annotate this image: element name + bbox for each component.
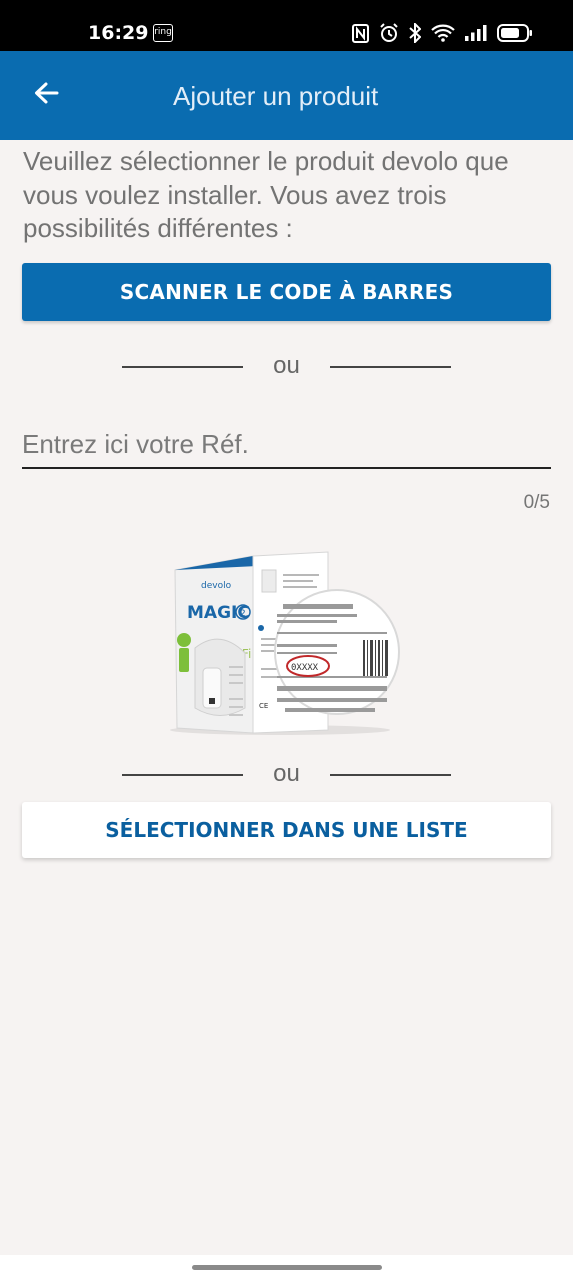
battery-icon xyxy=(497,23,533,43)
divider-text: ou xyxy=(273,352,300,379)
app-bar: Ajouter un produit xyxy=(0,51,573,140)
model-number-text: 2 xyxy=(240,609,246,619)
nfc-icon xyxy=(352,23,369,43)
divider-line-right xyxy=(330,366,451,368)
alarm-icon xyxy=(379,23,399,43)
divider-text: ou xyxy=(273,760,300,787)
character-counter: 0/5 xyxy=(523,492,550,513)
intro-text: Veuillez sélectionner le produit devolo … xyxy=(23,146,509,243)
product-box-illustration: devolo MAGIC 2 WiFi CE xyxy=(165,548,410,738)
code-label: 0XXXX xyxy=(291,663,319,673)
ring-app-icon: ring xyxy=(153,24,173,42)
back-button[interactable] xyxy=(22,71,70,119)
status-time: 16:29 xyxy=(88,22,149,44)
arrow-left-icon xyxy=(33,81,59,110)
divider-line-right xyxy=(330,774,451,776)
divider-or-2: ou xyxy=(0,760,573,790)
status-icons xyxy=(352,22,533,44)
home-indicator[interactable] xyxy=(192,1265,382,1270)
navigation-bar xyxy=(0,1255,573,1280)
wifi-icon xyxy=(431,24,455,42)
ce-mark: CE xyxy=(259,702,268,710)
select-from-list-button[interactable]: SÉLECTIONNER DANS UNE LISTE xyxy=(22,802,551,858)
reference-field xyxy=(22,422,551,469)
brand-text: devolo xyxy=(201,581,232,591)
status-bar: 16:29 ring xyxy=(0,0,573,51)
divider-or: ou xyxy=(0,352,573,382)
bluetooth-icon xyxy=(409,23,421,43)
signal-icon xyxy=(465,25,487,41)
page-title: Ajouter un produit xyxy=(173,81,379,111)
scan-barcode-button[interactable]: SCANNER LE CODE À BARRES xyxy=(22,263,551,321)
reference-input[interactable] xyxy=(22,422,551,466)
